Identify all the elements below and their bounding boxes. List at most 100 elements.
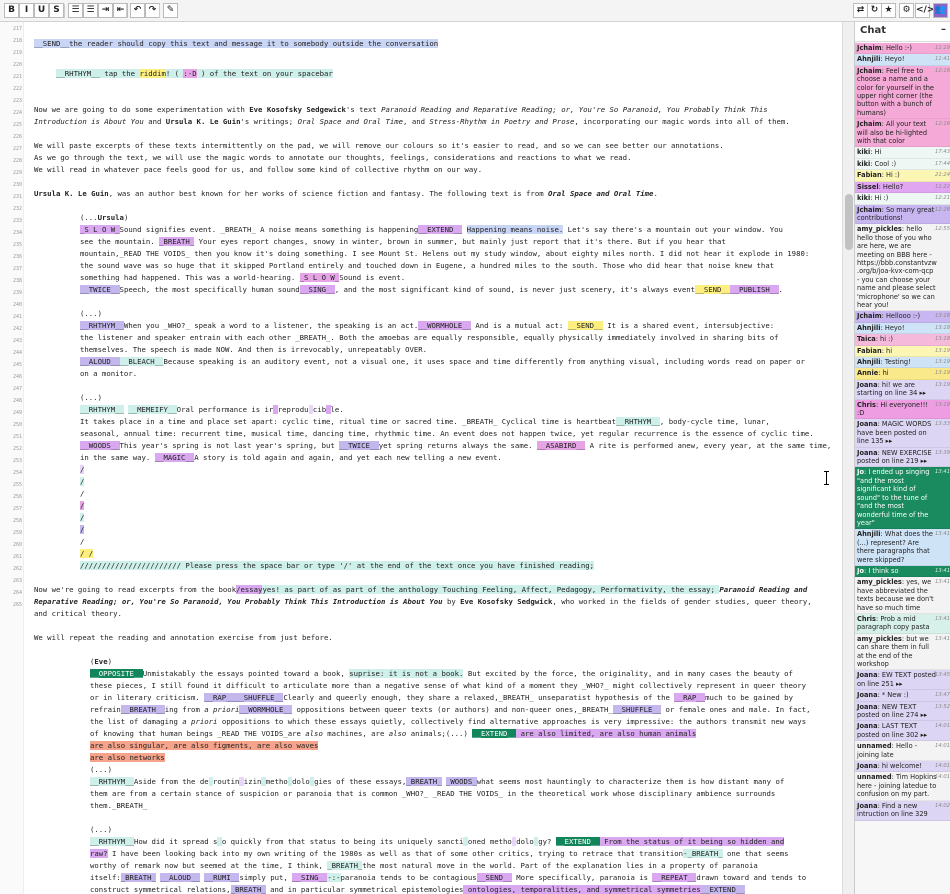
pad-line[interactable]: of knowing that human beings _READ THE V… xyxy=(90,728,697,740)
pad-line[interactable]: themselves. The speech is made NOW. And … xyxy=(80,344,427,356)
pad-line[interactable]: the listener and speaker entrain with ea… xyxy=(80,332,779,344)
chat-timestamp: 17:44 xyxy=(935,160,950,167)
text-run: Eve Kosofsky Sedgwick xyxy=(460,597,553,606)
pad-line[interactable]: __RHTHYM__ tap the riddim! ( :-D ) of th… xyxy=(56,68,333,80)
text-run: le. xyxy=(330,405,344,414)
chat-timestamp: 13:33 xyxy=(935,421,950,428)
pad-line[interactable]: (...) xyxy=(80,392,102,404)
pad-line[interactable]: / xyxy=(80,500,85,512)
pad-line[interactable]: / xyxy=(80,536,84,548)
chat-timestamp: 13:41 xyxy=(935,531,950,538)
pad-line[interactable]: the sound wave was so huge that it skipp… xyxy=(80,260,774,272)
pad-line[interactable]: them._BREATH_ xyxy=(90,800,147,812)
pad-line[interactable]: __RHTHYM__ __MEMEIFY__Oral performance i… xyxy=(80,404,344,416)
pad-text-area[interactable]: __SEND__the reader should copy this text… xyxy=(24,22,842,894)
unordered-list-button[interactable]: ☰ xyxy=(83,3,98,18)
pad-line[interactable]: / xyxy=(80,464,85,476)
line-number: 265 xyxy=(12,602,22,608)
pad-line[interactable]: (...) xyxy=(90,824,112,836)
redo-button[interactable]: ↷ xyxy=(145,3,160,18)
pad-line[interactable]: __ALOUD____BLEACH__Because speaking is a… xyxy=(80,356,805,368)
pad-line[interactable]: We will read in whatever pace feels good… xyxy=(34,164,482,176)
text-run: When you _WHO?_ speak a word to a listen… xyxy=(123,321,419,330)
pad-line[interactable]: something had happened. This was a world… xyxy=(80,272,405,284)
pad-line[interactable]: __SEND__the reader should copy this text… xyxy=(34,38,439,50)
text-run: paranoia tends to be contagious xyxy=(340,873,477,882)
pad-line[interactable]: As we go through the text, we will use t… xyxy=(34,152,631,164)
pad-line[interactable]: / / xyxy=(80,548,94,560)
pad-line[interactable]: __RHTHYM__How did it spread s o quickly … xyxy=(90,836,785,848)
editor-scrollbar[interactable] xyxy=(842,22,854,894)
bold-button[interactable]: B xyxy=(4,3,19,18)
pad-line[interactable]: __WOODS__This year's spring is not last … xyxy=(80,440,831,452)
ordered-list-button[interactable]: ☰ xyxy=(68,3,83,18)
authorship-highlight: / xyxy=(80,501,85,510)
pad-line[interactable]: __TWICE__Speech, the most specifically h… xyxy=(80,284,783,296)
pad-line[interactable]: Now we're going to read excerpts from th… xyxy=(34,584,807,596)
pad-line[interactable]: and critical theory. xyxy=(34,608,122,620)
strikethrough-button[interactable]: S xyxy=(49,3,64,18)
chat-timestamp: 13:41 xyxy=(935,469,950,476)
pad-line[interactable]: (...) xyxy=(80,308,102,320)
settings-button[interactable]: ⚙ xyxy=(899,3,914,18)
authorship-highlight: / xyxy=(80,477,85,486)
pad-line[interactable]: raw? I have been looking back into my ow… xyxy=(90,848,789,860)
pad-line[interactable]: on a monitor. xyxy=(80,368,137,380)
text-run: much to be gained by xyxy=(705,693,793,702)
pad-line[interactable]: It takes place in a time and place set a… xyxy=(80,416,770,428)
pad-line[interactable]: see the mountain. _BREATH_ Your eyes rep… xyxy=(80,236,726,248)
pad-line[interactable]: Ursula K. Le Guin, was an author best kn… xyxy=(34,188,658,200)
underline-button[interactable]: U xyxy=(34,3,49,18)
pad-line[interactable]: itself:_BREATH_ __ALOUD__ __RUMI__simply… xyxy=(90,872,806,884)
italic-button[interactable]: I xyxy=(19,3,34,18)
pad-line[interactable]: or in literary criticism. __RAP____SHUFF… xyxy=(90,692,793,704)
pad-line[interactable]: /////////////////////// Please press the… xyxy=(80,560,594,572)
pad-line[interactable]: Introduction is About You and Ursula K. … xyxy=(34,116,790,128)
pad-line[interactable]: (...) xyxy=(90,764,112,776)
pad-line[interactable]: / xyxy=(80,524,85,536)
pad-line[interactable]: _S L O W_Sound signifies event. _BREATH_… xyxy=(80,224,783,236)
pad-line[interactable]: Reparative Reading; or, You're So Parano… xyxy=(34,596,812,608)
clear-authorship-button[interactable]: ✎ xyxy=(163,3,178,18)
pad-line[interactable]: mountain,_READ THE VOIDS_ then you know … xyxy=(80,248,809,260)
share-button[interactable]: </> xyxy=(915,3,934,18)
pad-line[interactable]: We will repeat the reading and annotatio… xyxy=(34,632,333,644)
chat-timestamp: 14:01 xyxy=(935,723,950,730)
pad-line[interactable]: worthy of remark now but seemed at the t… xyxy=(90,860,758,872)
pad-line[interactable]: / xyxy=(80,476,85,488)
timeslider-button[interactable]: ↻ xyxy=(867,3,882,18)
import-export-button[interactable]: ⇄ xyxy=(853,3,868,18)
pad-line[interactable]: We will paste excerpts of these texts in… xyxy=(34,140,724,152)
chat-author: Joana xyxy=(857,801,878,810)
indent-button[interactable]: ⇥ xyxy=(98,3,113,18)
pad-line[interactable]: __OPPOSITE__Unmistakably the essays poin… xyxy=(90,668,793,680)
pad-line[interactable]: are also networks xyxy=(90,752,165,764)
pad-line[interactable]: in the same way. __MAGIC__A story is tol… xyxy=(80,452,502,464)
pad-line[interactable]: (Eve) xyxy=(90,656,112,668)
text-run: Clearly and queerly enough, they share a… xyxy=(283,693,675,702)
pad-line[interactable]: __RHTHYM__When you _WHO?_ speak a word t… xyxy=(80,320,774,332)
pad-line[interactable]: Now we are going to do some experimentat… xyxy=(34,104,768,116)
pad-line[interactable]: are also singular, are also figments, ar… xyxy=(90,740,319,752)
chat-author: Taica xyxy=(857,335,876,344)
pad-line[interactable]: __RHTHYM__Aside from the de routin izin … xyxy=(90,776,784,788)
users-button[interactable]: 👥 xyxy=(933,3,948,18)
star-button[interactable]: ★ xyxy=(881,3,896,18)
pad-line[interactable]: refrain__BREATH__ing from a priori__WORM… xyxy=(90,704,811,716)
chat-author: Joana xyxy=(857,702,878,711)
text-run: the list of damaging xyxy=(90,717,183,726)
chat-minimize-button[interactable]: – xyxy=(941,24,946,35)
line-number: 220 xyxy=(12,62,22,68)
pad-editor[interactable]: 217 218 219 220 221 222 223 224 225 226 227 228 229 2… xyxy=(0,22,842,894)
pad-line[interactable]: (...Ursula) xyxy=(80,212,128,224)
pad-line[interactable]: / xyxy=(80,488,84,500)
pad-line[interactable]: them are from a certain stance of suspic… xyxy=(90,788,775,800)
pad-line[interactable]: seasonal, annual time: recurrent time, m… xyxy=(80,428,814,440)
pad-line[interactable]: construct symmetrical relations,_BREATH_… xyxy=(90,884,745,894)
pad-line[interactable]: / xyxy=(80,512,85,524)
scrollbar-thumb[interactable] xyxy=(845,194,853,250)
undo-button[interactable]: ↶ xyxy=(130,3,145,18)
pad-line[interactable]: these pieces, I still found it difficult… xyxy=(90,680,806,692)
pad-line[interactable]: the list of damaging a priori opposition… xyxy=(90,716,806,728)
line-number: 219 xyxy=(12,50,22,56)
